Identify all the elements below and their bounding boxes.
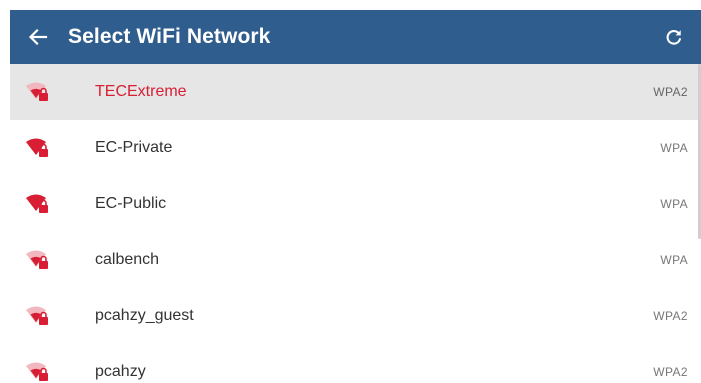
wifi-lock-icon	[10, 176, 50, 232]
wifi-lock-icon	[10, 120, 50, 176]
security-label: WPA	[660, 141, 688, 155]
network-ssid: pcahzy	[95, 363, 146, 380]
security-label: WPA	[660, 253, 688, 267]
network-ssid: EC-Private	[95, 139, 173, 156]
refresh-button[interactable]	[657, 20, 691, 54]
security-label: WPA2	[653, 365, 688, 379]
network-row[interactable]: TECExtreme WPA2	[10, 64, 701, 120]
refresh-icon	[666, 30, 682, 45]
wifi-lock-icon	[10, 232, 50, 288]
app-bar: Select WiFi Network	[10, 10, 701, 64]
back-button[interactable]	[10, 10, 66, 64]
wifi-lock-icon	[10, 64, 50, 120]
security-label: WPA2	[653, 309, 688, 323]
network-row[interactable]: pcahzy WPA2	[10, 344, 701, 383]
network-row[interactable]: pcahzy_guest WPA2	[10, 288, 701, 344]
network-row[interactable]: EC-Private WPA	[10, 120, 701, 176]
network-ssid: TECExtreme	[95, 83, 187, 100]
network-ssid: calbench	[95, 251, 160, 268]
wifi-screen: Select WiFi Network TECExtreme WPA2 EC-Pri…	[0, 0, 701, 383]
security-label: WPA2	[653, 85, 688, 99]
wifi-lock-icon	[10, 288, 50, 344]
network-ssid: EC-Public	[95, 195, 167, 212]
network-ssid: pcahzy_guest	[95, 307, 194, 324]
network-row[interactable]: calbench WPA	[10, 232, 701, 288]
network-list: TECExtreme WPA2 EC-Private WPA EC-Public WPA c…	[10, 64, 701, 383]
network-row[interactable]: EC-Public WPA	[10, 176, 701, 232]
wifi-lock-icon	[10, 344, 50, 383]
arrow-left-icon	[28, 28, 48, 46]
security-label: WPA	[660, 197, 688, 211]
page-title: Select WiFi Network	[68, 25, 271, 48]
